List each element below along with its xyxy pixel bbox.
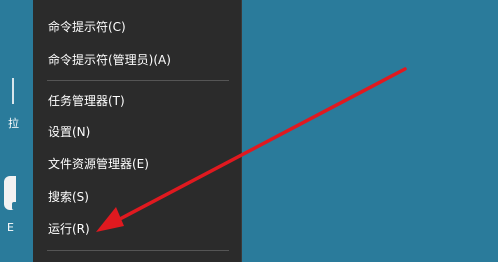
arrow-head bbox=[96, 207, 124, 232]
arrow-shaft bbox=[116, 67, 407, 222]
red-arrow-annotation bbox=[96, 67, 407, 232]
desktop: 拉 E 命令提示符(C) 命令提示符(管理员)(A) 任务管理器(T) 设置(N… bbox=[0, 0, 498, 262]
